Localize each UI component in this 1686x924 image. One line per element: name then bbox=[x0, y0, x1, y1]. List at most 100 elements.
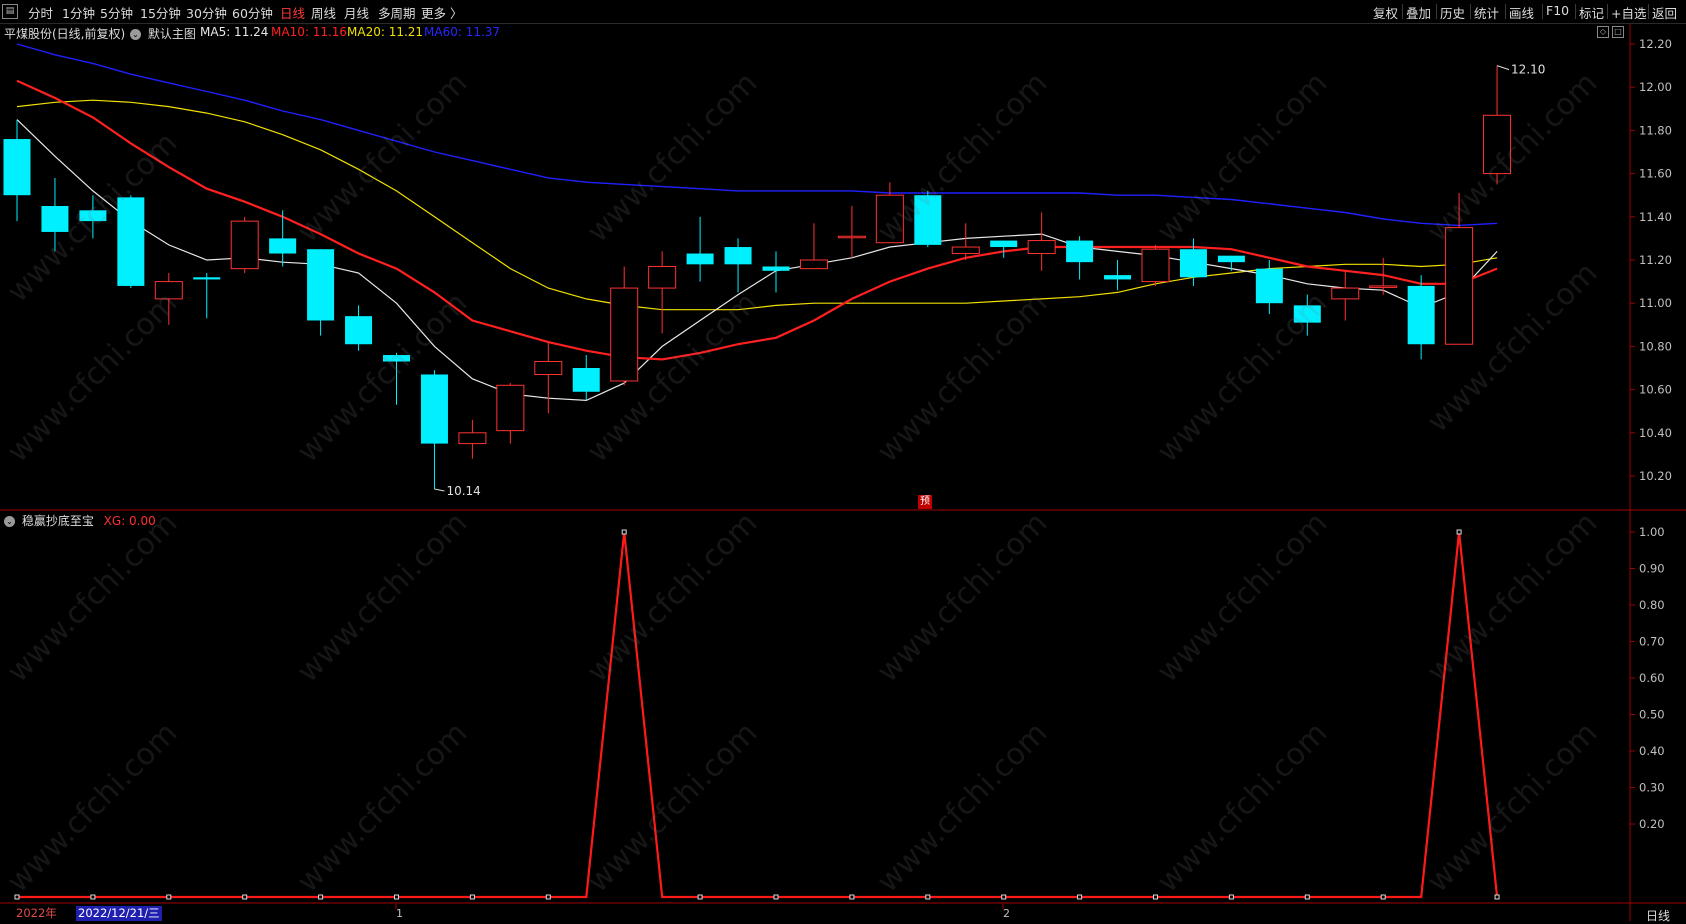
indicator-value: XG: 0.00 bbox=[103, 514, 156, 528]
system-menu-icon[interactable]: ▤ bbox=[2, 4, 18, 19]
xg-point bbox=[90, 894, 96, 900]
period-tab-0[interactable]: 分时 bbox=[28, 3, 53, 22]
period-tab-2[interactable]: 5分钟 bbox=[100, 3, 133, 22]
price-tick-label: 10.80 bbox=[1639, 339, 1672, 353]
maximize-icon[interactable]: □ bbox=[1612, 26, 1624, 38]
toolbar-separator bbox=[1648, 4, 1649, 19]
candle-body bbox=[762, 266, 790, 271]
ma10-label: MA10: 11.16 bbox=[271, 25, 348, 39]
candle-body bbox=[1483, 114, 1512, 175]
toolbar-separator bbox=[1607, 4, 1608, 19]
candle-body bbox=[420, 374, 448, 444]
xg-point bbox=[849, 894, 855, 900]
candle-body bbox=[1179, 249, 1207, 278]
toolbar-button-8[interactable]: 返回 bbox=[1652, 3, 1677, 22]
period-indicator[interactable]: 日线 bbox=[1646, 907, 1670, 924]
toolbar-button-6[interactable]: 标记 bbox=[1579, 3, 1604, 22]
candle-body bbox=[1407, 285, 1435, 345]
indicator-tick-label: 0.30 bbox=[1639, 781, 1665, 795]
candle-body bbox=[307, 249, 335, 321]
toolbar-button-3[interactable]: 统计 bbox=[1474, 3, 1499, 22]
indicator-tick-label: 0.80 bbox=[1639, 598, 1665, 612]
candle-body bbox=[914, 195, 942, 245]
xg-point bbox=[1380, 894, 1386, 900]
candle-body bbox=[41, 206, 69, 232]
price-tick-label: 10.20 bbox=[1639, 469, 1672, 483]
candle-body bbox=[383, 355, 410, 362]
indicator-tick-label: 0.20 bbox=[1639, 817, 1665, 831]
candle bbox=[230, 216, 259, 273]
price-tick-label: 10.40 bbox=[1639, 426, 1672, 440]
xg-point bbox=[925, 894, 931, 900]
high-price-label: 12.10 bbox=[1511, 63, 1545, 77]
toolbar-button-2[interactable]: 历史 bbox=[1440, 3, 1465, 22]
price-tick-label: 12.00 bbox=[1639, 80, 1672, 94]
ma5-label: MA5: 11.24 bbox=[200, 25, 269, 39]
xg-point bbox=[1456, 529, 1462, 535]
xg-point bbox=[242, 894, 248, 900]
period-tab-1[interactable]: 1分钟 bbox=[62, 3, 95, 22]
xg-point bbox=[621, 529, 627, 535]
cursor-date: 2022/12/21/三 bbox=[76, 906, 162, 921]
candle-body bbox=[1293, 305, 1321, 323]
candle-body bbox=[951, 246, 980, 255]
indicator-tick-label: 0.50 bbox=[1639, 708, 1665, 722]
indicator-name: 稳赢抄底至宝 bbox=[21, 514, 94, 528]
candle-body bbox=[837, 235, 866, 239]
toolbar-button-0[interactable]: 复权 bbox=[1373, 3, 1398, 22]
template-dropdown-icon[interactable]: ⌄ bbox=[130, 29, 141, 40]
indicator-tick-label: 0.70 bbox=[1639, 635, 1665, 649]
xg-point bbox=[318, 894, 324, 900]
xg-point bbox=[14, 894, 20, 900]
chart-area: 12.10 10.14 12.20 12.00 11.80 11.60 11.40 11.2… bbox=[0, 23, 1686, 921]
period-tab-3[interactable]: 15分钟 bbox=[140, 3, 181, 22]
candle-body bbox=[79, 210, 107, 222]
price-tick-label: 11.00 bbox=[1639, 296, 1672, 310]
period-tab-10[interactable]: 更多 〉 bbox=[421, 3, 462, 22]
indicator-tick-label: 0.60 bbox=[1639, 671, 1665, 685]
candle-body bbox=[875, 194, 904, 244]
period-tab-4[interactable]: 30分钟 bbox=[186, 3, 227, 22]
period-tab-9[interactable]: 多周期 bbox=[378, 3, 416, 22]
ma20-label: MA20: 11.21 bbox=[347, 25, 424, 39]
candle bbox=[1141, 244, 1170, 286]
xg-point bbox=[773, 894, 779, 900]
candle-body bbox=[799, 259, 828, 270]
main-chart-title[interactable]: 平煤股份(日线,前复权) bbox=[4, 25, 125, 41]
indicator-tick-label: 0.90 bbox=[1639, 562, 1665, 576]
preview-tag[interactable]: 预 bbox=[918, 495, 932, 509]
ma60-label: MA60: 11.37 bbox=[424, 25, 501, 39]
toolbar-separator bbox=[1542, 4, 1543, 19]
xg-point bbox=[1153, 894, 1158, 900]
indicator-dropdown-icon[interactable]: ⌄ bbox=[4, 516, 15, 527]
toolbar-separator bbox=[1505, 4, 1506, 19]
candle-body bbox=[1255, 268, 1283, 304]
price-tick-label: 11.40 bbox=[1639, 210, 1672, 224]
period-tab-7[interactable]: 周线 bbox=[311, 3, 336, 22]
toolbar-button-4[interactable]: 画线 bbox=[1509, 3, 1534, 22]
toolbar-button-5[interactable]: F10 bbox=[1546, 3, 1569, 18]
price-tick-label: 12.20 bbox=[1639, 37, 1672, 51]
period-tab-6[interactable]: 日线 bbox=[280, 3, 305, 22]
candle-body bbox=[1066, 240, 1094, 263]
period-tab-5[interactable]: 60分钟 bbox=[232, 3, 273, 22]
candle-body bbox=[990, 240, 1018, 248]
period-toolbar: ▤ 分时 1分钟 5分钟 15分钟 30分钟 60分钟 日线 周线 月线 多周期 更多 〉 复权 叠加历… bbox=[0, 0, 1686, 23]
candle-body bbox=[230, 220, 259, 270]
collapse-icon[interactable]: ◇ bbox=[1597, 26, 1609, 38]
indicator-title[interactable]: ⌄ 稳赢抄底至宝 XG: 0.00 bbox=[4, 512, 156, 529]
template-selector[interactable]: ⌄ 默认主图 bbox=[130, 25, 196, 41]
toolbar-button-7[interactable]: +自选 bbox=[1611, 3, 1646, 22]
candle-body bbox=[1445, 227, 1474, 345]
xg-point bbox=[697, 894, 703, 900]
toolbar-button-1[interactable]: 叠加 bbox=[1406, 3, 1431, 22]
candle-body bbox=[1217, 255, 1245, 263]
candle-body bbox=[117, 197, 145, 286]
candle-body bbox=[1027, 240, 1056, 255]
candle-body bbox=[458, 432, 487, 445]
period-tab-8[interactable]: 月线 bbox=[344, 3, 369, 22]
candle-body bbox=[572, 368, 600, 392]
candle-body bbox=[345, 316, 373, 345]
main-chart-title-text: 平煤股份(日线,前复权) bbox=[4, 27, 126, 41]
toolbar-separator bbox=[1470, 4, 1471, 19]
